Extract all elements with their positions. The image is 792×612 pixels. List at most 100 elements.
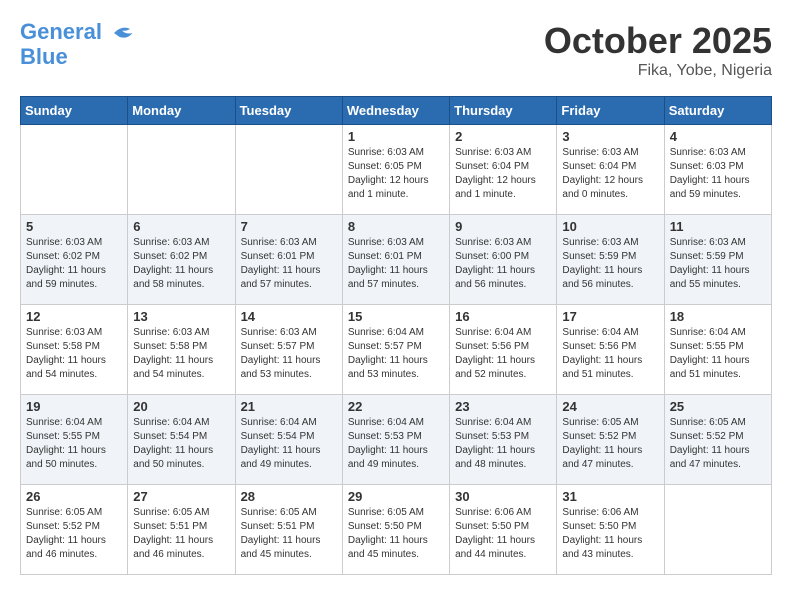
calendar-cell: 2 Sunrise: 6:03 AM Sunset: 6:04 PM Daylig… [450,125,557,215]
calendar-table: SundayMondayTuesdayWednesdayThursdayFrid… [20,96,772,575]
day-number: 2 [455,129,551,144]
calendar-cell: 9 Sunrise: 6:03 AM Sunset: 6:00 PM Daylig… [450,215,557,305]
day-info: Sunrise: 6:03 AM Sunset: 6:05 PM Dayligh… [348,146,444,202]
day-number: 7 [241,219,337,234]
calendar-cell: 20Sunrise: 6:04 AM Sunset: 5:54 PM Dayli… [128,395,235,485]
day-number: 13 [133,309,229,324]
day-number: 10 [562,219,658,234]
calendar-cell: 4 Sunrise: 6:03 AM Sunset: 6:03 PM Daylig… [664,125,771,215]
month-title: October 2025 [544,20,772,62]
calendar-cell: 25Sunrise: 6:05 AM Sunset: 5:52 PM Dayli… [664,395,771,485]
day-info: Sunrise: 6:04 AM Sunset: 5:55 PM Dayligh… [670,326,766,382]
day-number: 18 [670,309,766,324]
day-number: 6 [133,219,229,234]
calendar-cell: 8Sunrise: 6:03 AM Sunset: 6:01 PM Daylig… [342,215,449,305]
day-number: 19 [26,399,122,414]
day-info: Sunrise: 6:03 AM Sunset: 6:03 PM Dayligh… [670,146,766,202]
day-number: 28 [241,489,337,504]
col-header-sunday: Sunday [21,97,128,125]
calendar-cell: 31 Sunrise: 6:06 AM Sunset: 5:50 PM Dayli… [557,485,664,575]
day-info: Sunrise: 6:04 AM Sunset: 5:57 PM Dayligh… [348,326,444,382]
day-number: 20 [133,399,229,414]
page-header: General Blue October 2025 Fika, Yobe, Ni… [20,20,772,80]
calendar-cell: 3 Sunrise: 6:03 AM Sunset: 6:04 PM Daylig… [557,125,664,215]
day-number: 27 [133,489,229,504]
logo-bird-icon [110,21,134,45]
day-info: Sunrise: 6:06 AM Sunset: 5:50 PM Dayligh… [562,506,658,562]
day-info: Sunrise: 6:03 AM Sunset: 6:04 PM Dayligh… [562,146,658,202]
day-number: 22 [348,399,444,414]
col-header-saturday: Saturday [664,97,771,125]
day-number: 4 [670,129,766,144]
col-header-friday: Friday [557,97,664,125]
title-block: October 2025 Fika, Yobe, Nigeria [544,20,772,80]
calendar-cell: 26 Sunrise: 6:05 AM Sunset: 5:52 PM Dayli… [21,485,128,575]
calendar-cell: 21 Sunrise: 6:04 AM Sunset: 5:54 PM Dayli… [235,395,342,485]
day-number: 31 [562,489,658,504]
calendar-cell [664,485,771,575]
day-info: Sunrise: 6:03 AM Sunset: 6:01 PM Dayligh… [241,236,337,292]
day-number: 23 [455,399,551,414]
day-info: Sunrise: 6:03 AM Sunset: 5:58 PM Dayligh… [26,326,122,382]
day-number: 3 [562,129,658,144]
location-subtitle: Fika, Yobe, Nigeria [544,62,772,80]
day-info: Sunrise: 6:03 AM Sunset: 6:02 PM Dayligh… [26,236,122,292]
day-info: Sunrise: 6:03 AM Sunset: 6:00 PM Dayligh… [455,236,551,292]
calendar-cell: 23 Sunrise: 6:04 AM Sunset: 5:53 PM Dayli… [450,395,557,485]
day-info: Sunrise: 6:04 AM Sunset: 5:54 PM Dayligh… [241,416,337,472]
day-number: 26 [26,489,122,504]
calendar-cell: 14 Sunrise: 6:03 AM Sunset: 5:57 PM Dayli… [235,305,342,395]
calendar-cell [128,125,235,215]
calendar-cell: 11 Sunrise: 6:03 AM Sunset: 5:59 PM Dayli… [664,215,771,305]
day-info: Sunrise: 6:05 AM Sunset: 5:51 PM Dayligh… [133,506,229,562]
day-number: 12 [26,309,122,324]
day-number: 15 [348,309,444,324]
calendar-cell: 24 Sunrise: 6:05 AM Sunset: 5:52 PM Dayli… [557,395,664,485]
day-info: Sunrise: 6:05 AM Sunset: 5:52 PM Dayligh… [670,416,766,472]
day-info: Sunrise: 6:03 AM Sunset: 6:02 PM Dayligh… [133,236,229,292]
day-info: Sunrise: 6:03 AM Sunset: 5:59 PM Dayligh… [670,236,766,292]
col-header-tuesday: Tuesday [235,97,342,125]
day-number: 29 [348,489,444,504]
day-info: Sunrise: 6:04 AM Sunset: 5:56 PM Dayligh… [455,326,551,382]
calendar-cell [21,125,128,215]
calendar-cell: 7 Sunrise: 6:03 AM Sunset: 6:01 PM Daylig… [235,215,342,305]
calendar-cell: 28Sunrise: 6:05 AM Sunset: 5:51 PM Dayli… [235,485,342,575]
logo: General Blue [20,20,134,69]
logo-text-blue: Blue [20,45,134,69]
day-number: 5 [26,219,122,234]
day-info: Sunrise: 6:03 AM Sunset: 6:04 PM Dayligh… [455,146,551,202]
day-number: 14 [241,309,337,324]
col-header-monday: Monday [128,97,235,125]
day-number: 21 [241,399,337,414]
calendar-cell: 22 Sunrise: 6:04 AM Sunset: 5:53 PM Dayli… [342,395,449,485]
calendar-cell: 19Sunrise: 6:04 AM Sunset: 5:55 PM Dayli… [21,395,128,485]
calendar-cell: 15 Sunrise: 6:04 AM Sunset: 5:57 PM Dayli… [342,305,449,395]
day-info: Sunrise: 6:06 AM Sunset: 5:50 PM Dayligh… [455,506,551,562]
calendar-cell: 18 Sunrise: 6:04 AM Sunset: 5:55 PM Dayli… [664,305,771,395]
calendar-cell: 16 Sunrise: 6:04 AM Sunset: 5:56 PM Dayli… [450,305,557,395]
day-number: 11 [670,219,766,234]
calendar-cell: 30Sunrise: 6:06 AM Sunset: 5:50 PM Dayli… [450,485,557,575]
day-info: Sunrise: 6:03 AM Sunset: 5:59 PM Dayligh… [562,236,658,292]
calendar-cell: 1 Sunrise: 6:03 AM Sunset: 6:05 PM Daylig… [342,125,449,215]
day-number: 1 [348,129,444,144]
day-number: 24 [562,399,658,414]
day-info: Sunrise: 6:05 AM Sunset: 5:52 PM Dayligh… [562,416,658,472]
calendar-cell: 12 Sunrise: 6:03 AM Sunset: 5:58 PM Dayli… [21,305,128,395]
calendar-cell: 17Sunrise: 6:04 AM Sunset: 5:56 PM Dayli… [557,305,664,395]
calendar-cell [235,125,342,215]
calendar-cell: 27 Sunrise: 6:05 AM Sunset: 5:51 PM Dayli… [128,485,235,575]
calendar-cell: 13Sunrise: 6:03 AM Sunset: 5:58 PM Dayli… [128,305,235,395]
col-header-wednesday: Wednesday [342,97,449,125]
calendar-cell: 10 Sunrise: 6:03 AM Sunset: 5:59 PM Dayli… [557,215,664,305]
day-info: Sunrise: 6:05 AM Sunset: 5:52 PM Dayligh… [26,506,122,562]
day-info: Sunrise: 6:04 AM Sunset: 5:53 PM Dayligh… [348,416,444,472]
day-number: 16 [455,309,551,324]
day-info: Sunrise: 6:04 AM Sunset: 5:53 PM Dayligh… [455,416,551,472]
calendar-cell: 6 Sunrise: 6:03 AM Sunset: 6:02 PM Daylig… [128,215,235,305]
day-info: Sunrise: 6:03 AM Sunset: 5:57 PM Dayligh… [241,326,337,382]
day-number: 9 [455,219,551,234]
logo-text-general: General [20,19,102,44]
calendar-cell: 29Sunrise: 6:05 AM Sunset: 5:50 PM Dayli… [342,485,449,575]
